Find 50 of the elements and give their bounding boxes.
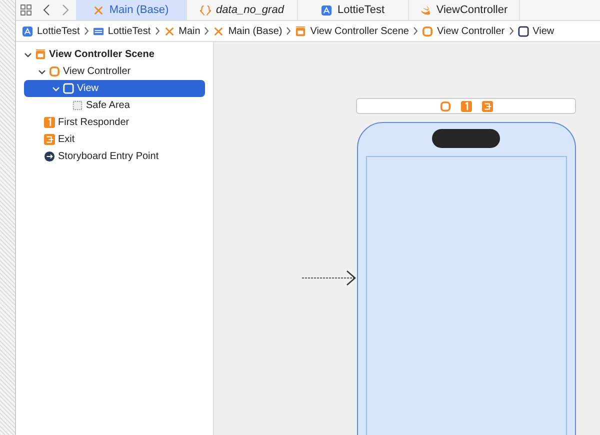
folder-icon (92, 26, 104, 36)
outline-item[interactable]: Safe Area (16, 97, 205, 114)
separator-icon (154, 27, 160, 35)
controller-icon (422, 26, 433, 36)
safe-area-icon (72, 100, 83, 111)
controller-icon (440, 100, 450, 112)
separator-icon (84, 27, 89, 35)
exit-icon (44, 134, 55, 145)
breadcrumb[interactable]: View (518, 26, 554, 36)
outline-item[interactable]: View Controller (16, 63, 205, 80)
outline-item[interactable]: Storyboard Entry Point (16, 148, 205, 165)
bird-icon (420, 4, 432, 16)
breadcrumb[interactable]: View Controller (422, 26, 505, 36)
responder-icon (44, 117, 55, 128)
outline-item[interactable]: View Controller Scene (16, 46, 205, 63)
entry-point-icon (44, 151, 55, 162)
breadcrumb[interactable]: View Controller Scene (295, 26, 409, 36)
editor-tab[interactable]: Main (Base) (76, 0, 187, 20)
outline-item[interactable]: View (24, 80, 205, 97)
cross-icon (164, 26, 175, 36)
braces-icon (200, 4, 212, 16)
entry-arrow (302, 268, 356, 288)
editor-tab[interactable]: ViewController (409, 0, 520, 20)
editor-tab[interactable]: LottieTest (298, 0, 409, 20)
disclosure-chevron-icon[interactable] (52, 84, 60, 92)
cross-icon (93, 4, 104, 16)
scene-icon (295, 26, 306, 36)
breadcrumb[interactable]: Main (Base) (213, 26, 282, 36)
separator-icon (508, 27, 514, 35)
breadcrumb[interactable]: Main (164, 26, 200, 36)
exit-icon (482, 100, 492, 112)
disclosure-chevron-icon[interactable] (38, 68, 46, 76)
controller-icon (49, 66, 60, 77)
breadcrumb[interactable]: LottieTest (22, 26, 80, 36)
app-icon (321, 4, 332, 16)
view-icon (518, 26, 529, 36)
dynamic-island (432, 129, 500, 148)
cross-icon (213, 26, 224, 36)
separator-icon (286, 27, 292, 35)
app-icon (22, 26, 33, 36)
view-icon (63, 83, 74, 94)
breadcrumb[interactable]: LottieTest (92, 26, 151, 36)
responder-icon (460, 100, 472, 112)
editor-tab[interactable]: data_no_grad (187, 0, 298, 20)
outline-item[interactable]: Exit (16, 131, 205, 148)
scene-icon (35, 49, 46, 60)
disclosure-chevron-icon[interactable] (24, 50, 32, 58)
separator-icon (412, 27, 418, 35)
outline-item[interactable]: First Responder (16, 114, 205, 131)
separator-icon (204, 27, 210, 35)
